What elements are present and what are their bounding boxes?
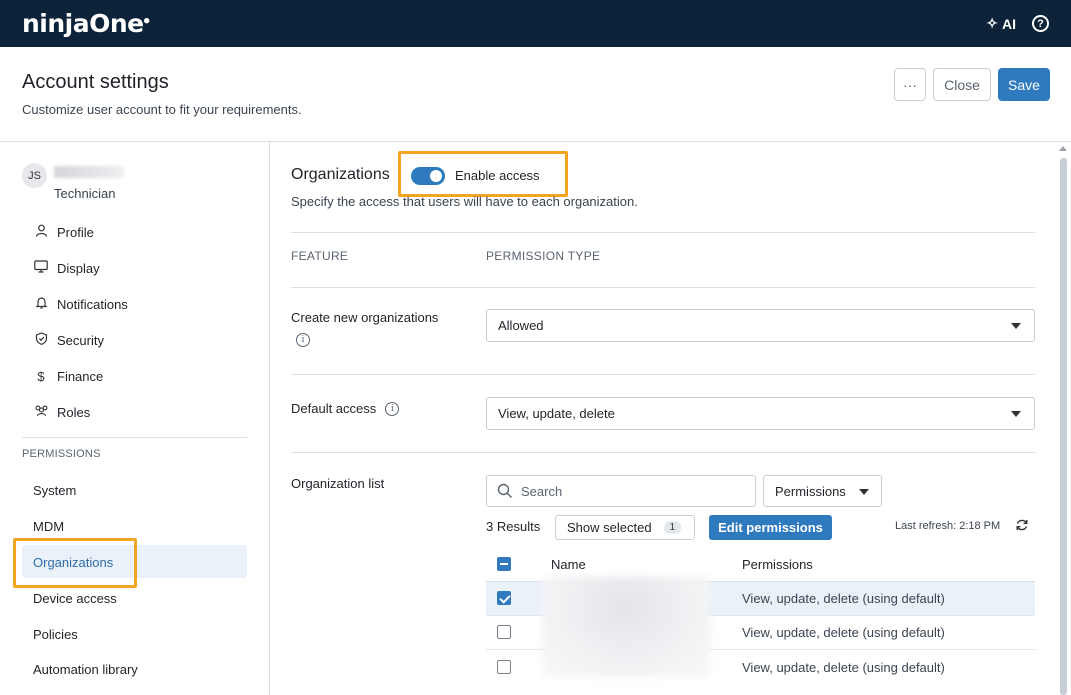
feature-column-header: FEATURE — [291, 249, 349, 263]
help-icon[interactable]: ? — [1032, 15, 1049, 32]
sparkle-icon: ✧ — [986, 15, 998, 31]
sidebar-item-label: Notifications — [57, 296, 128, 312]
sidebar-item-label: Display — [57, 260, 100, 276]
highlight-box-organizations — [13, 538, 137, 588]
select-all-checkbox[interactable] — [497, 557, 511, 571]
select-value: View, update, delete — [498, 406, 615, 421]
divider — [291, 452, 1035, 453]
page-header: Account settings Customize user account … — [0, 47, 1071, 142]
top-bar: ninjaOne● ✧ AI ? — [0, 0, 1071, 47]
section-title: Organizations — [291, 166, 390, 183]
divider — [291, 232, 1035, 233]
select-value: Allowed — [498, 318, 544, 333]
more-options-button[interactable]: ··· — [894, 68, 926, 101]
sidebar-item-label: Roles — [57, 404, 91, 420]
caret-down-icon — [859, 489, 869, 495]
ai-button[interactable]: ✧ AI — [986, 15, 1016, 32]
sidebar-item-automation-library[interactable]: Automation library — [33, 662, 138, 677]
permissions-column-header[interactable]: Permissions — [742, 557, 813, 572]
sidebar-item-display[interactable]: Display — [34, 257, 100, 279]
search-icon — [497, 483, 512, 498]
sidebar-divider — [22, 437, 247, 438]
sidebar-item-finance[interactable]: $ Finance — [34, 365, 103, 387]
divider — [291, 287, 1035, 288]
scrollbar[interactable] — [1060, 158, 1067, 695]
row-checkbox[interactable] — [497, 660, 511, 674]
row-permissions: View, update, delete (using default) — [742, 660, 945, 675]
page-title: Account settings — [22, 71, 169, 93]
sidebar-item-label: Finance — [57, 368, 104, 384]
show-selected-button[interactable]: Show selected 1 — [555, 515, 695, 540]
bell-icon — [34, 296, 48, 312]
avatar: JS — [22, 163, 47, 188]
create-organizations-label: Create new organizations — [291, 310, 439, 325]
sidebar: JS Technician Profile Display Notificati… — [0, 142, 270, 695]
dropdown-label: Permissions — [775, 483, 846, 499]
sidebar-item-system[interactable]: System — [33, 483, 76, 498]
main-content: Organizations Enable access Specify the … — [271, 142, 1071, 695]
row-checkbox[interactable] — [497, 625, 511, 639]
info-icon[interactable]: i — [296, 333, 310, 347]
results-count: 3 Results — [486, 519, 541, 534]
save-button[interactable]: Save — [998, 68, 1050, 101]
sidebar-item-label: Profile — [57, 224, 94, 240]
ninjaone-logo[interactable]: ninjaOne● — [22, 9, 150, 38]
organization-names-redacted — [542, 577, 710, 677]
user-name-redacted — [54, 166, 124, 178]
close-button[interactable]: Close — [933, 68, 991, 101]
last-refresh-text: Last refresh: 2:18 PM — [895, 520, 1001, 532]
search-placeholder: Search — [521, 483, 563, 499]
row-permissions: View, update, delete (using default) — [742, 625, 945, 640]
create-organizations-select[interactable]: Allowed — [486, 309, 1035, 342]
sidebar-item-security[interactable]: Security — [34, 329, 104, 351]
search-input[interactable]: Search — [486, 475, 756, 507]
caret-down-icon — [1011, 323, 1021, 329]
default-access-row-label: Default access i — [291, 401, 400, 416]
person-icon — [34, 224, 48, 240]
sidebar-item-label: Security — [57, 332, 104, 348]
page-subtitle: Customize user account to fit your requi… — [22, 102, 302, 117]
sidebar-item-mdm[interactable]: MDM — [33, 519, 64, 534]
row-checkbox[interactable] — [497, 591, 511, 605]
scroll-up-arrow-icon[interactable] — [1059, 146, 1067, 151]
default-access-label: Default access — [291, 401, 377, 416]
user-role: Technician — [54, 186, 116, 201]
monitor-icon — [34, 260, 48, 276]
organization-list-label: Organization list — [291, 476, 385, 491]
permissions-filter-dropdown[interactable]: Permissions — [763, 475, 882, 507]
section-description: Specify the access that users will have … — [291, 194, 638, 209]
default-access-select[interactable]: View, update, delete — [486, 397, 1035, 430]
refresh-icon[interactable] — [1015, 518, 1029, 535]
shield-icon — [34, 332, 48, 348]
permissions-heading: PERMISSIONS — [22, 448, 101, 460]
sidebar-item-notifications[interactable]: Notifications — [34, 293, 128, 315]
show-selected-label: Show selected — [567, 520, 652, 535]
permission-type-column-header: PERMISSION TYPE — [486, 249, 601, 263]
sidebar-item-device-access[interactable]: Device access — [33, 591, 117, 606]
info-icon[interactable]: i — [385, 401, 400, 416]
highlight-box-toggle — [398, 151, 568, 197]
edit-permissions-button[interactable]: Edit permissions — [709, 515, 832, 540]
sidebar-item-policies[interactable]: Policies — [33, 627, 78, 642]
row-permissions: View, update, delete (using default) — [742, 591, 945, 606]
caret-down-icon — [1011, 411, 1021, 417]
divider — [291, 374, 1035, 375]
topbar-actions: ✧ AI ? — [986, 15, 1049, 32]
sidebar-item-roles[interactable]: Roles — [34, 401, 90, 423]
ai-label: AI — [1002, 15, 1016, 32]
dollar-icon: $ — [37, 368, 45, 384]
count-badge: 1 — [663, 521, 682, 534]
name-column-header[interactable]: Name — [551, 557, 586, 572]
sidebar-item-profile[interactable]: Profile — [34, 221, 94, 243]
roles-icon — [34, 404, 48, 420]
